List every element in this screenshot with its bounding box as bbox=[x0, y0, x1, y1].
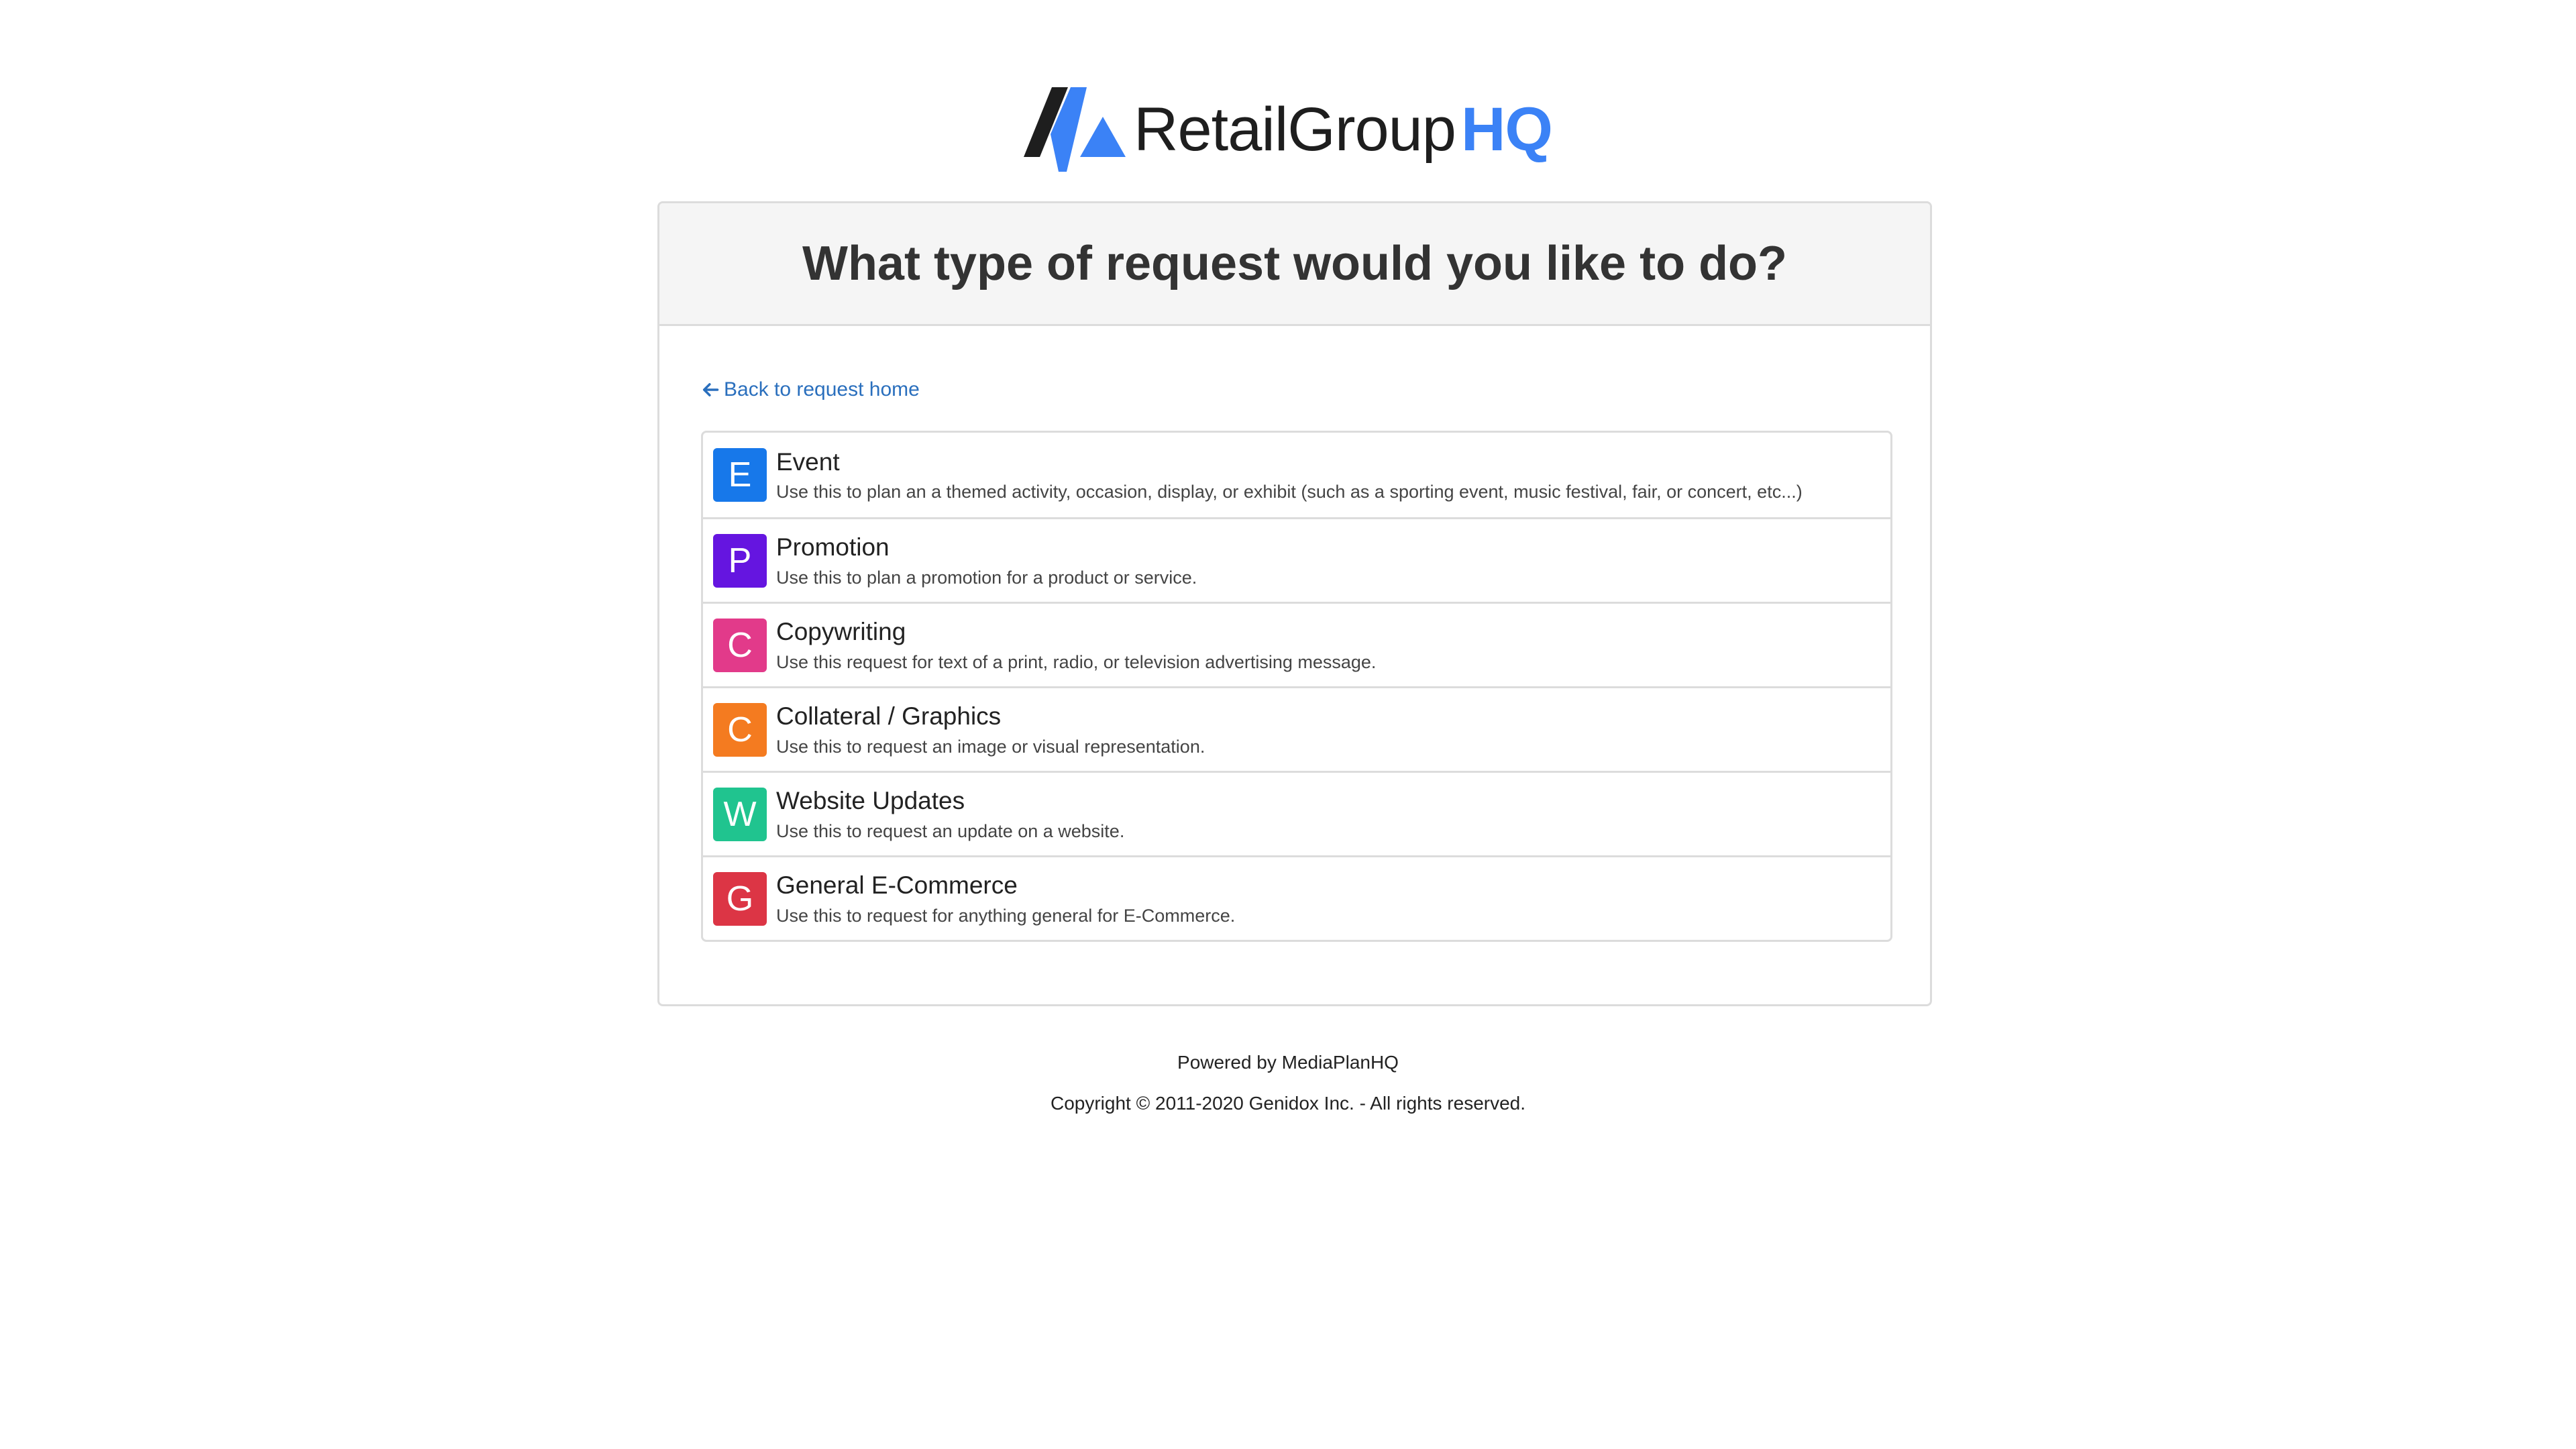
request-type-copywriting[interactable]: C Copywriting Use this request for text of… bbox=[703, 602, 1890, 686]
request-type-list: E Event Use this to plan an a themed activ… bbox=[701, 431, 1892, 942]
request-type-badge: C bbox=[713, 702, 767, 757]
page: RetailGroupHQ What type of request would… bbox=[0, 0, 2576, 1449]
request-type-description: Use this to request an update on a websi… bbox=[776, 820, 1125, 841]
request-type-description: Use this to request for anything general… bbox=[776, 905, 1236, 926]
footer-copyright: Copyright © 2011-2020 Genidox Inc. - All… bbox=[1050, 1093, 1526, 1114]
page-title: What type of request would you like to d… bbox=[802, 237, 1788, 290]
back-link-label: Back to request home bbox=[724, 378, 920, 400]
brand-logo: RetailGroupHQ bbox=[0, 87, 2576, 172]
request-type-promotion[interactable]: P Promotion Use this to plan a promotion f… bbox=[703, 517, 1890, 602]
request-type-collateral-graphics[interactable]: C Collateral / Graphics Use this to reques… bbox=[703, 686, 1890, 771]
request-type-badge: W bbox=[713, 787, 767, 841]
request-type-title: Collateral / Graphics bbox=[776, 702, 1002, 731]
request-type-description: Use this request for text of a print, ra… bbox=[776, 651, 1377, 672]
request-type-title: Event bbox=[776, 447, 840, 476]
request-type-text: Event Use this to plan an a themed activi… bbox=[776, 447, 1803, 503]
request-type-badge: P bbox=[713, 533, 767, 588]
request-type-text: General E-Commerce Use this to request fo… bbox=[776, 871, 1235, 926]
request-type-title: Website Updates bbox=[776, 787, 965, 815]
request-type-card: What type of request would you like to d… bbox=[657, 201, 1932, 1006]
request-type-text: Collateral / Graphics Use this to request… bbox=[776, 702, 1205, 757]
brand-name-accent: HQ bbox=[1460, 95, 1553, 164]
request-type-description: Use this to plan an a themed activity, o… bbox=[776, 482, 1803, 502]
request-type-badge: G bbox=[713, 871, 767, 926]
card-body: Back to request home E Event Use this to p… bbox=[659, 326, 1930, 942]
arrow-left-icon bbox=[702, 383, 719, 396]
request-type-badge: E bbox=[713, 448, 767, 502]
request-type-description: Use this to plan a promotion for a produ… bbox=[776, 567, 1197, 588]
request-type-title: General E-Commerce bbox=[776, 871, 1018, 900]
request-type-title: Copywriting bbox=[776, 618, 906, 646]
request-type-text: Copywriting Use this request for text of … bbox=[776, 617, 1376, 673]
back-to-request-home-link[interactable]: Back to request home bbox=[701, 378, 920, 401]
request-type-text: Website Updates Use this to request an up… bbox=[776, 786, 1124, 842]
request-type-badge: C bbox=[713, 618, 767, 672]
request-type-title: Promotion bbox=[776, 533, 890, 561]
footer-powered-by: Powered by MediaPlanHQ bbox=[1177, 1052, 1399, 1073]
retailgroup-logo-mark-icon bbox=[1024, 87, 1126, 172]
request-type-description: Use this to request an image or visual r… bbox=[776, 736, 1205, 757]
request-type-website-updates[interactable]: W Website Updates Use this to request an u… bbox=[703, 771, 1890, 855]
request-type-general-e-commerce[interactable]: G General E-Commerce Use this to request f… bbox=[703, 855, 1890, 940]
brand-name: RetailGroup bbox=[1134, 95, 1456, 164]
request-type-text: Promotion Use this to plan a promotion fo… bbox=[776, 533, 1197, 588]
request-type-event[interactable]: E Event Use this to plan an a themed activ… bbox=[703, 433, 1890, 517]
brand-logo-text: RetailGroupHQ bbox=[1134, 99, 1553, 160]
card-header: What type of request would you like to d… bbox=[659, 203, 1930, 326]
